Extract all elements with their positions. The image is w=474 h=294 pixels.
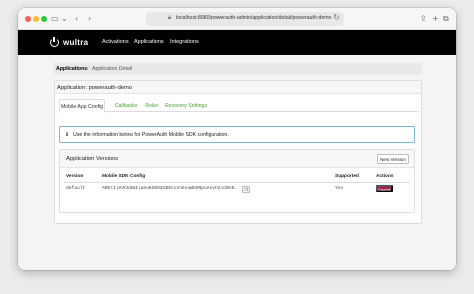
top-navbar: wultra Activations Applications Integrat…: [18, 30, 456, 55]
reload-icon[interactable]: ↻: [333, 13, 340, 22]
column-header-supported: Supported: [335, 174, 359, 179]
version-cell: default: [66, 186, 86, 191]
lock-icon: 🔒︎: [168, 14, 172, 21]
nav-link-integrations[interactable]: Integrations: [170, 39, 199, 45]
brand-logo[interactable]: wultra: [50, 36, 88, 48]
supported-cell: Yes: [335, 186, 344, 191]
brand-name: wultra: [63, 37, 89, 47]
table-header-divider: [64, 182, 410, 183]
nav-link-applications[interactable]: Applications: [134, 39, 164, 45]
info-alert: ℹ Use the information below for PowerAut…: [59, 126, 415, 143]
card-header: Application: powerauth-demo: [55, 81, 421, 94]
sdk-config-cell[interactable]: ARDlIleVCbbWIlaeuKGDOZCB9ccVnEvuWG9NpuAs…: [102, 186, 239, 191]
page-title: Application: powerauth-demo: [57, 84, 133, 91]
zoom-window-button[interactable]: [41, 16, 47, 22]
power-icon: [50, 36, 59, 47]
column-header-version: Version: [66, 174, 84, 179]
tab-roles[interactable]: Roles: [143, 99, 161, 112]
tab-mobile-app-config[interactable]: Mobile App Config: [59, 99, 105, 113]
breadcrumb-applications[interactable]: Applications: [56, 66, 87, 72]
breadcrumb-separator: /: [87, 66, 89, 72]
breadcrumb-current: Application Detail: [92, 66, 133, 72]
info-icon: ℹ: [66, 131, 69, 138]
column-header-actions: Actions: [376, 174, 394, 179]
address-bar[interactable]: 🔒︎ localhost:8080/powerauth-admin/applic…: [146, 12, 344, 26]
alert-text: Use the information below for PowerAuth …: [73, 132, 229, 138]
tabs-overview-icon[interactable]: ⧉: [443, 13, 449, 25]
application-card: Application: powerauth-demo Mobile App C…: [54, 80, 422, 224]
copy-icon[interactable]: ❐: [242, 186, 250, 193]
tab-bar: Mobile App Config Callbacks Roles Recove…: [59, 99, 419, 113]
chevron-down-icon[interactable]: ⌄: [61, 13, 68, 25]
browser-window: ▭ ⌄ ‹ › 🔒︎ localhost:8080/powerauth-admi…: [18, 8, 456, 270]
forward-icon[interactable]: ›: [88, 13, 91, 25]
close-window-button[interactable]: [25, 16, 31, 22]
application-versions-panel: Application Versions New Version Version…: [59, 149, 415, 213]
back-icon[interactable]: ‹: [75, 13, 78, 25]
browser-toolbar: ▭ ⌄ ‹ › 🔒︎ localhost:8080/powerauth-admi…: [18, 8, 456, 30]
sidebar-icon[interactable]: ▭: [51, 13, 59, 25]
page-content: Applications / Application Detail Applic…: [18, 55, 456, 270]
new-tab-icon[interactable]: +: [432, 13, 439, 25]
url-text: localhost:8080/powerauth-admin/applicati…: [176, 15, 332, 21]
new-version-button[interactable]: New Version: [377, 154, 409, 164]
breadcrumb: Applications / Application Detail: [54, 63, 422, 75]
column-header-sdk-config: Mobile SDK Config: [102, 174, 146, 179]
disable-button[interactable]: Disable: [376, 185, 393, 192]
minimize-window-button[interactable]: [33, 16, 39, 22]
nav-link-activations[interactable]: Activations: [102, 39, 129, 45]
tab-recovery-settings[interactable]: Recovery Settings: [163, 99, 209, 112]
versions-header: Application Versions New Version: [60, 150, 414, 168]
versions-title: Application Versions: [66, 156, 119, 162]
tab-callbacks[interactable]: Callbacks: [111, 99, 141, 112]
share-icon[interactable]: ⇪: [420, 13, 427, 25]
